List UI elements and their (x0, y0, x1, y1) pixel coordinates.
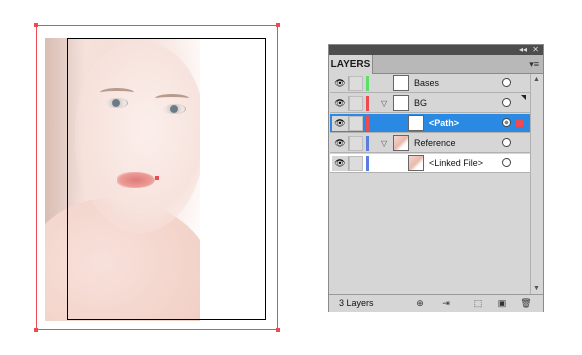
layer-color-swatch (366, 136, 369, 151)
layer-row-bg[interactable]: 👁 ▽ BG (330, 94, 530, 113)
scroll-up-icon[interactable]: ▲ (533, 76, 540, 83)
lock-toggle[interactable] (349, 116, 363, 131)
tab-layers[interactable]: LAYERS (329, 55, 373, 74)
target-circle-icon[interactable] (502, 98, 511, 107)
layer-row-linked-file[interactable]: 👁 <Linked File> (330, 154, 530, 173)
panel-tab-row: LAYERS ▾≡ (329, 55, 543, 74)
layer-label: <Path> (429, 118, 460, 128)
layer-row-bases[interactable]: 👁 Bases (330, 74, 530, 93)
create-sublayer-icon[interactable]: ⬚ (471, 297, 485, 310)
lock-toggle[interactable] (349, 136, 363, 151)
panel-titlebar[interactable]: ◂◂ ✕ (329, 45, 543, 55)
layer-thumbnail (408, 115, 424, 131)
visibility-eye-icon[interactable]: 👁 (332, 156, 349, 171)
visibility-eye-icon[interactable]: 👁 (332, 136, 349, 151)
layer-color-swatch (366, 156, 369, 171)
current-layer-triangle-icon (521, 95, 526, 100)
layer-row-path[interactable]: 👁 <Path> (330, 114, 530, 133)
selection-indicator[interactable] (516, 120, 523, 127)
collapse-icon[interactable]: ◂◂ (519, 45, 527, 55)
layer-label: Reference (414, 138, 456, 148)
visibility-eye-icon[interactable]: 👁 (332, 96, 349, 111)
target-circle-icon[interactable] (502, 118, 511, 127)
layer-thumbnail (393, 75, 409, 91)
layer-color-swatch (366, 116, 369, 131)
lock-toggle[interactable] (349, 156, 363, 171)
anchor-point[interactable] (155, 176, 159, 180)
layer-label: Bases (414, 78, 440, 88)
delete-icon[interactable]: 🗑 (519, 297, 533, 310)
layer-count: 3 Layers (339, 298, 374, 308)
close-icon[interactable]: ✕ (532, 45, 539, 55)
layer-thumbnail (393, 135, 409, 151)
visibility-eye-icon[interactable]: 👁 (332, 76, 349, 91)
panel-footer: 3 Layers ⊕ ⇥ ⬚ ▣ 🗑 (329, 294, 543, 312)
handle-top-right[interactable] (276, 23, 280, 27)
panel-menu-icon[interactable]: ▾≡ (529, 59, 539, 70)
layer-thumbnail (393, 95, 409, 111)
layer-row-reference[interactable]: 👁 ▽ Reference (330, 134, 530, 153)
handle-top-left[interactable] (34, 23, 38, 27)
layer-label: BG (414, 98, 428, 108)
lock-toggle[interactable] (349, 76, 363, 91)
new-layer-icon[interactable]: ▣ (495, 297, 509, 310)
layers-panel: ◂◂ ✕ LAYERS ▾≡ 👁 Bases 👁 ▽ BG 👁 <Path> 👁… (328, 44, 544, 312)
layer-label: <Linked File> (429, 158, 484, 168)
layers-list: 👁 Bases 👁 ▽ BG 👁 <Path> 👁 ▽ Reference 👁 … (330, 74, 530, 294)
expand-triangle-icon[interactable]: ▽ (381, 94, 387, 113)
handle-bottom-right[interactable] (276, 328, 280, 332)
target-circle-icon[interactable] (502, 158, 511, 167)
layer-color-swatch (366, 96, 369, 111)
visibility-eye-icon[interactable]: 👁 (332, 116, 349, 131)
path-rectangle[interactable] (67, 38, 266, 320)
layer-thumbnail (408, 155, 424, 171)
make-clipping-mask-icon[interactable]: ⇥ (439, 297, 453, 310)
target-circle-icon[interactable] (502, 78, 511, 87)
lock-toggle[interactable] (349, 96, 363, 111)
handle-bottom-left[interactable] (34, 328, 38, 332)
scroll-down-icon[interactable]: ▼ (533, 285, 540, 292)
locate-object-icon[interactable]: ⊕ (413, 297, 427, 310)
layer-color-swatch (366, 76, 369, 91)
layers-scrollbar[interactable]: ▲ ▼ (530, 74, 543, 294)
expand-triangle-icon[interactable]: ▽ (381, 134, 387, 153)
target-circle-icon[interactable] (502, 138, 511, 147)
selection-indicator[interactable] (516, 100, 523, 107)
